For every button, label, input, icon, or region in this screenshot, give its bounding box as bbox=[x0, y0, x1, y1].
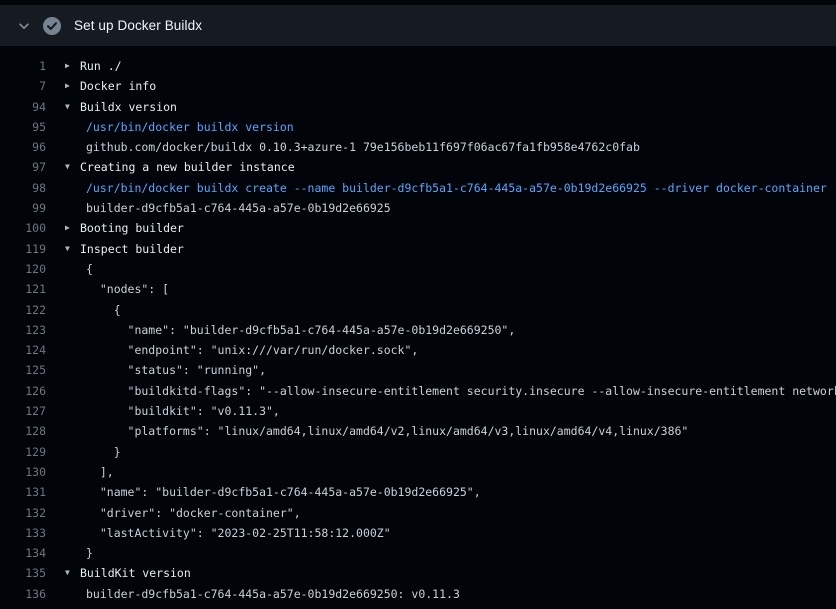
line-number[interactable]: 132 bbox=[0, 503, 46, 523]
line-number[interactable]: 136 bbox=[0, 584, 46, 604]
line-number[interactable]: 99 bbox=[0, 198, 46, 218]
line-number[interactable]: 126 bbox=[0, 381, 46, 401]
triangle-right-icon[interactable]: ▶ bbox=[65, 56, 80, 76]
log-line: 98 /usr/bin/docker buildx create --name … bbox=[0, 178, 836, 198]
log-line[interactable]: 135 ▼ BuildKit version bbox=[0, 563, 836, 583]
line-number[interactable]: 7 bbox=[0, 76, 46, 96]
log-line: 124 "endpoint": "unix:///var/run/docker.… bbox=[0, 340, 836, 360]
log-line: 128 "platforms": "linux/amd64,linux/amd6… bbox=[0, 421, 836, 441]
log-line: 120 { bbox=[0, 259, 836, 279]
chevron-down-icon[interactable] bbox=[16, 18, 32, 34]
line-number[interactable]: 123 bbox=[0, 320, 46, 340]
line-number[interactable]: 1 bbox=[0, 56, 46, 76]
line-number[interactable]: 131 bbox=[0, 482, 46, 502]
log-line: 125 "status": "running", bbox=[0, 360, 836, 380]
log-line: 133 "lastActivity": "2023-02-25T11:58:12… bbox=[0, 523, 836, 543]
log-line[interactable]: 94 ▼ Buildx version bbox=[0, 97, 836, 117]
triangle-down-icon[interactable]: ▼ bbox=[65, 563, 80, 583]
log-line: 122 { bbox=[0, 300, 836, 320]
step-title: Set up Docker Buildx bbox=[74, 18, 202, 33]
line-number[interactable]: 96 bbox=[0, 137, 46, 157]
line-number[interactable]: 124 bbox=[0, 340, 46, 360]
log-line: 131 "name": "builder-d9cfb5a1-c764-445a-… bbox=[0, 482, 836, 502]
line-number[interactable]: 128 bbox=[0, 421, 46, 441]
log-line: 134 } bbox=[0, 543, 836, 563]
log-line: 121 "nodes": [ bbox=[0, 279, 836, 299]
line-number[interactable]: 133 bbox=[0, 523, 46, 543]
line-number[interactable]: 95 bbox=[0, 117, 46, 137]
line-number[interactable]: 119 bbox=[0, 239, 46, 259]
line-number[interactable]: 97 bbox=[0, 157, 46, 177]
log-line[interactable]: 7 ▶ Docker info bbox=[0, 76, 836, 96]
log-line: 95 /usr/bin/docker buildx version bbox=[0, 117, 836, 137]
line-number[interactable]: 130 bbox=[0, 462, 46, 482]
line-number[interactable]: 129 bbox=[0, 442, 46, 462]
step-header[interactable]: Set up Docker Buildx bbox=[0, 5, 836, 46]
log-line: 123 "name": "builder-d9cfb5a1-c764-445a-… bbox=[0, 320, 836, 340]
log-line: 136 builder-d9cfb5a1-c764-445a-a57e-0b19… bbox=[0, 584, 836, 604]
line-number[interactable]: 127 bbox=[0, 401, 46, 421]
log-line: 99 builder-d9cfb5a1-c764-445a-a57e-0b19d… bbox=[0, 198, 836, 218]
log-line: 126 "buildkitd-flags": "--allow-insecure… bbox=[0, 381, 836, 401]
log-line: 96 github.com/docker/buildx 0.10.3+azure… bbox=[0, 137, 836, 157]
triangle-down-icon[interactable]: ▼ bbox=[65, 157, 80, 177]
triangle-right-icon[interactable]: ▶ bbox=[65, 218, 80, 238]
log-viewer: 1 ▶ Run ./ 7 ▶ Docker info 94 ▼ Buildx v… bbox=[0, 46, 836, 604]
line-number[interactable]: 94 bbox=[0, 97, 46, 117]
triangle-down-icon[interactable]: ▼ bbox=[65, 239, 80, 259]
line-number[interactable]: 135 bbox=[0, 563, 46, 583]
line-number[interactable]: 100 bbox=[0, 218, 46, 238]
line-number[interactable]: 134 bbox=[0, 543, 46, 563]
line-number[interactable]: 122 bbox=[0, 300, 46, 320]
log-line: 129 } bbox=[0, 442, 836, 462]
check-circle-icon bbox=[43, 17, 61, 35]
line-number[interactable]: 121 bbox=[0, 279, 46, 299]
log-line[interactable]: 100 ▶ Booting builder bbox=[0, 218, 836, 238]
log-line: 127 "buildkit": "v0.11.3", bbox=[0, 401, 836, 421]
line-number[interactable]: 98 bbox=[0, 178, 46, 198]
log-line[interactable]: 97 ▼ Creating a new builder instance bbox=[0, 157, 836, 177]
log-line: 132 "driver": "docker-container", bbox=[0, 503, 836, 523]
line-number[interactable]: 120 bbox=[0, 259, 46, 279]
triangle-right-icon[interactable]: ▶ bbox=[65, 76, 80, 96]
log-line[interactable]: 119 ▼ Inspect builder bbox=[0, 239, 836, 259]
log-line[interactable]: 1 ▶ Run ./ bbox=[0, 56, 836, 76]
triangle-down-icon[interactable]: ▼ bbox=[65, 97, 80, 117]
log-line: 130 ], bbox=[0, 462, 836, 482]
line-number[interactable]: 125 bbox=[0, 360, 46, 380]
